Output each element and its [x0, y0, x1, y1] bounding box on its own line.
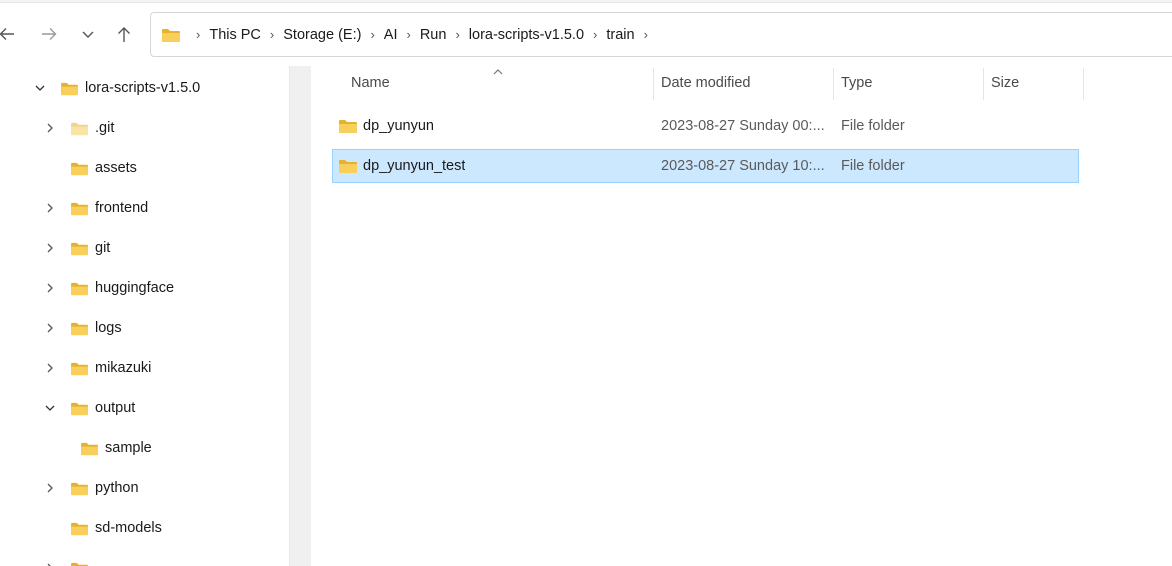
chevron-right-icon[interactable]: ›: [406, 27, 410, 42]
tree-item-label: mikazuki: [95, 360, 152, 376]
folder-icon: [162, 28, 180, 42]
tree-item-label: output: [95, 400, 136, 416]
tree-item-label: python: [95, 480, 139, 496]
folder-icon: [339, 160, 357, 173]
chevron-right-icon[interactable]: [44, 322, 56, 334]
file-row-selected[interactable]: dp_yunyun_test 2023-08-27 Sunday 10:... …: [332, 149, 1079, 183]
file-date-modified: 2023-08-27 Sunday 10:...: [661, 158, 825, 174]
tree-item-assets[interactable]: assets: [70, 148, 137, 188]
forward-button[interactable]: [34, 18, 64, 50]
tree-item-label: sd-models: [95, 520, 162, 536]
tree-item-git-hidden[interactable]: .git: [47, 108, 115, 148]
folder-icon: [71, 202, 88, 215]
folder-icon: [71, 362, 88, 375]
tree-item-label: huggingface: [95, 280, 175, 296]
file-type: File folder: [841, 118, 905, 134]
folder-icon: [71, 162, 88, 175]
chevron-right-icon[interactable]: [44, 362, 56, 374]
file-name: dp_yunyun: [363, 118, 434, 134]
tree-item-huggingface[interactable]: huggingface: [47, 268, 175, 308]
tree-item-frontend[interactable]: frontend: [47, 188, 149, 228]
chevron-right-icon[interactable]: ›: [455, 27, 459, 42]
breadcrumb-lora-scripts[interactable]: lora-scripts-v1.5.0: [469, 27, 584, 43]
tree-item-mikazuki[interactable]: mikazuki: [47, 348, 152, 388]
navigation-pane-scrollbar[interactable]: [289, 66, 311, 566]
sort-ascending-icon: [493, 69, 503, 75]
tree-item-output[interactable]: output: [45, 388, 136, 428]
arrow-up-icon: [118, 27, 130, 42]
breadcrumb-this-pc[interactable]: This PC: [209, 27, 261, 43]
folder-icon: [61, 82, 78, 95]
folder-icon: [71, 562, 88, 566]
breadcrumb-run[interactable]: Run: [420, 27, 447, 43]
column-header-date[interactable]: Date modified: [661, 66, 750, 100]
chevron-right-icon[interactable]: [44, 562, 56, 566]
breadcrumb-train[interactable]: train: [606, 27, 634, 43]
tree-item-label: sample: [105, 440, 152, 456]
folder-icon: [71, 402, 88, 415]
column-header-type[interactable]: Type: [841, 66, 872, 100]
tree-item-label: assets: [95, 160, 137, 176]
chevron-right-icon[interactable]: [44, 242, 56, 254]
breadcrumb: › This PC › Storage (E:) › AI › Run › lo…: [187, 27, 657, 43]
chevron-right-icon[interactable]: [44, 202, 56, 214]
folder-icon: [71, 122, 88, 135]
folder-icon: [71, 322, 88, 335]
file-row[interactable]: dp_yunyun 2023-08-27 Sunday 00:... File …: [332, 109, 1079, 143]
back-button[interactable]: [0, 18, 22, 50]
tree-item-sample[interactable]: sample: [80, 428, 152, 468]
breadcrumb-ai[interactable]: AI: [384, 27, 398, 43]
folder-icon: [71, 242, 88, 255]
tree-item-label: git: [95, 240, 111, 256]
window-top-edge: [0, 0, 1172, 3]
tree-item-partial[interactable]: [47, 548, 95, 566]
tree-item-label: lora-scripts-v1.5.0: [85, 80, 201, 96]
navigation-pane: lora-scripts-v1.5.0 .git assets frontend…: [0, 66, 290, 566]
folder-icon: [71, 282, 88, 295]
file-date-modified: 2023-08-27 Sunday 00:...: [661, 118, 825, 134]
chevron-right-icon[interactable]: ›: [370, 27, 374, 42]
column-header-name[interactable]: Name: [351, 66, 390, 100]
address-bar[interactable]: › This PC › Storage (E:) › AI › Run › lo…: [150, 12, 1172, 57]
chevron-right-icon[interactable]: [44, 122, 56, 134]
chevron-right-icon[interactable]: [44, 282, 56, 294]
tree-item-git[interactable]: git: [47, 228, 111, 268]
column-divider[interactable]: [1083, 68, 1084, 100]
folder-icon: [71, 522, 88, 535]
arrow-right-icon: [42, 28, 57, 40]
chevron-down-icon[interactable]: [34, 82, 46, 94]
file-name: dp_yunyun_test: [363, 158, 466, 174]
file-list: Name Date modified Type Size dp_yunyun 2…: [312, 66, 1172, 566]
tree-item-sd-models[interactable]: sd-models: [70, 508, 162, 548]
arrow-left-icon: [0, 28, 14, 40]
tree-item-logs[interactable]: logs: [47, 308, 122, 348]
tree-item-label: logs: [95, 320, 122, 336]
tree-item-label: .git: [95, 120, 115, 136]
chevron-right-icon[interactable]: ›: [593, 27, 597, 42]
recent-locations-button[interactable]: [73, 18, 103, 50]
tree-item-lora-scripts[interactable]: lora-scripts-v1.5.0: [35, 68, 201, 108]
breadcrumb-storage[interactable]: Storage (E:): [283, 27, 361, 43]
column-divider[interactable]: [983, 68, 984, 100]
column-header-size[interactable]: Size: [991, 66, 1019, 100]
tree-item-python[interactable]: python: [47, 468, 139, 508]
chevron-right-icon[interactable]: [44, 482, 56, 494]
folder-icon: [81, 442, 98, 455]
tree-item-label: frontend: [95, 200, 149, 216]
chevron-right-icon[interactable]: ›: [196, 27, 200, 42]
chevron-right-icon[interactable]: ›: [644, 27, 648, 42]
file-type: File folder: [841, 158, 905, 174]
folder-icon: [71, 482, 88, 495]
up-button[interactable]: [109, 18, 139, 50]
chevron-right-icon[interactable]: ›: [270, 27, 274, 42]
column-divider[interactable]: [653, 68, 654, 100]
chevron-down-icon[interactable]: [44, 402, 56, 414]
folder-icon: [339, 120, 357, 133]
column-divider[interactable]: [833, 68, 834, 100]
chevron-down-icon: [82, 31, 94, 38]
